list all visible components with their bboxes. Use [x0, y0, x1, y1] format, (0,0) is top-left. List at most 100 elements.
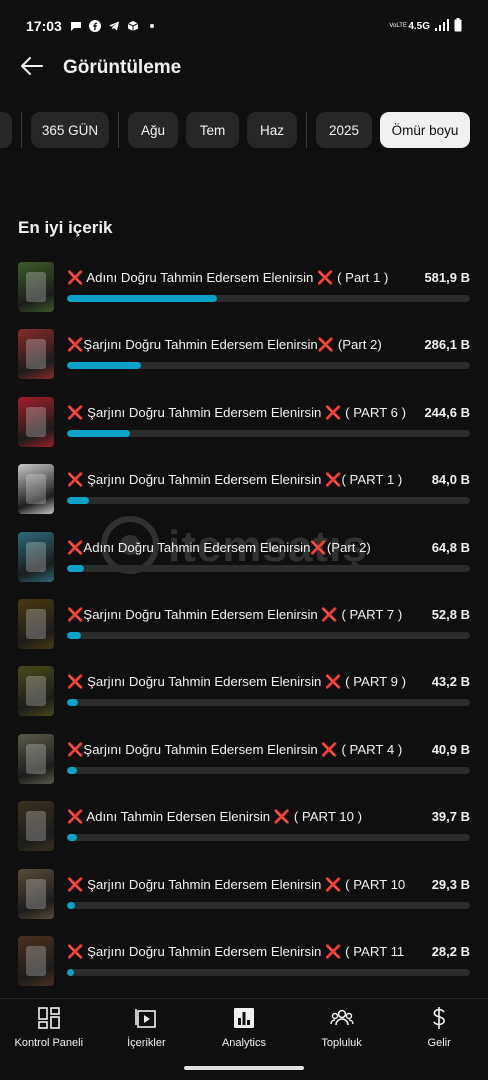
chip-jun[interactable]: Haz [247, 112, 297, 148]
chip-2025[interactable]: 2025 [316, 112, 372, 148]
video-thumbnail [18, 733, 54, 784]
video-thumbnail [18, 936, 54, 986]
video-thumbnail [18, 262, 54, 312]
content-title-text: Şarjını Doğru Tahmin Edersem Elenirsin [83, 741, 322, 757]
content-title: ❌ Şarjını Doğru Tahmin Edersem Elenirsin… [67, 877, 407, 893]
volte-label: VoLTE [389, 22, 407, 29]
content-row[interactable]: ❌ Şarjını Doğru Tahmin Edersem Elenirsin… [0, 396, 488, 449]
content-row[interactable]: ❌Şarjını Doğru Tahmin Edersem Elenirsin❌… [0, 329, 488, 381]
video-thumbnail [18, 801, 54, 852]
chip-partial[interactable] [0, 112, 12, 148]
nav-content[interactable]: İçerikler [98, 1000, 196, 1056]
header: Görüntüleme [0, 46, 488, 90]
network-label: 4.5G [408, 20, 430, 32]
package-icon [127, 20, 140, 33]
chip-jul[interactable]: Tem [186, 112, 239, 148]
chip-divider [306, 112, 307, 148]
content-row[interactable]: ❌ Adını Tahmin Edersen Elenirsin ❌ ( PAR… [0, 801, 488, 853]
cross-mark-icon: ❌ [325, 472, 342, 488]
cross-mark-icon: ❌ [321, 741, 338, 757]
content-row[interactable]: ❌Adını Doğru Tahmin Edersem Elenirsin❌(P… [0, 531, 488, 584]
view-count: 244,6 B [424, 404, 470, 420]
view-count: 84,0 B [431, 472, 470, 488]
battery-icon [454, 18, 462, 34]
nav-label: Analytics [221, 1037, 266, 1049]
content-title-text: Şarjını Doğru Tahmin Edersem Elenirsin [83, 674, 326, 690]
cross-mark-icon: ❌ [67, 472, 84, 488]
content-title-suffix: ( PART 6 ) [341, 404, 406, 420]
view-count: 64,8 B [431, 539, 470, 555]
content-title-text: Şarjını Doğru Tahmin Edersem Elenirsin [83, 876, 326, 892]
community-icon [329, 1006, 354, 1030]
content-row[interactable]: ❌ Şarjını Doğru Tahmin Edersem Elenirsin… [0, 464, 488, 516]
progress-fill [67, 632, 81, 639]
view-count: 28,2 B [431, 944, 470, 959]
content-row[interactable]: ❌ Şarjını Doğru Tahmin Edersem Elenirsin… [0, 868, 488, 921]
bottom-nav: Kontrol Paneli İçerikler Analytics Toplu… [0, 1000, 488, 1056]
content-title: ❌Şarjını Doğru Tahmin Edersem Elenirsin❌… [67, 337, 407, 353]
video-thumbnail [18, 464, 54, 515]
cross-mark-icon: ❌ [67, 741, 84, 757]
notification-icons [70, 20, 159, 33]
view-count: 40,9 B [431, 741, 470, 757]
progress-fill [67, 295, 217, 302]
cross-mark-icon: ❌ [67, 539, 84, 555]
video-thumbnail [18, 666, 54, 717]
dot-icon [146, 20, 159, 33]
content-title-suffix: ( PART 7 ) [337, 607, 403, 622]
nav-revenue[interactable]: Gelir [390, 1000, 488, 1056]
progress-fill [67, 766, 78, 774]
content-title-suffix: ( PART 9 ) [341, 674, 406, 690]
nav-label: Topluluk [321, 1037, 362, 1049]
nav-analytics[interactable]: Analytics [195, 1000, 293, 1056]
view-count: 286,1 B [424, 337, 470, 353]
progress-track [67, 766, 470, 774]
video-thumbnail [18, 599, 54, 649]
cross-mark-icon: ❌ [67, 876, 84, 892]
view-count: 581,9 B [424, 270, 470, 285]
dollar-icon [427, 1006, 451, 1030]
cross-mark-icon: ❌ [310, 539, 327, 555]
progress-fill [67, 901, 75, 909]
cross-mark-icon: ❌ [67, 607, 84, 622]
status-right: VoLTE 4.5G [389, 18, 462, 34]
content-row[interactable]: ❌Şarjını Doğru Tahmin Edersem Elenirsin … [0, 733, 488, 786]
content-title-suffix: ( PART 10 ) [341, 876, 407, 892]
progress-fill [67, 429, 131, 437]
nav-community[interactable]: Topluluk [293, 1000, 391, 1056]
content-row[interactable]: ❌ Şarjını Doğru Tahmin Edersem Elenirsin… [0, 936, 488, 988]
content-title-text: Adını Doğru Tahmin Edersem Elenirsin [83, 539, 311, 555]
chip-aug[interactable]: Ağu [128, 112, 178, 148]
home-indicator[interactable] [184, 1066, 304, 1070]
analytics-icon [232, 1006, 256, 1030]
video-thumbnail [18, 396, 54, 447]
chip-lifetime[interactable]: Ömür boyu [380, 112, 470, 148]
view-count: 29,3 B [431, 876, 470, 892]
chip-365-days[interactable]: 365 GÜN [31, 112, 109, 148]
content-title: ❌Adını Doğru Tahmin Edersem Elenirsin❌(P… [67, 540, 407, 556]
content-title-suffix: ( PART 1 ) [341, 472, 403, 488]
content-row[interactable]: ❌ Şarjını Doğru Tahmin Edersem Elenirsin… [0, 666, 488, 718]
progress-fill [67, 834, 78, 842]
back-button[interactable] [12, 48, 52, 88]
progress-track [67, 699, 470, 707]
page-title: Görüntüleme [63, 57, 182, 78]
content-title-text: Şarjını Doğru Tahmin Edersem Elenirsin [83, 404, 326, 420]
content-row[interactable]: ❌Şarjını Doğru Tahmin Edersem Elenirsin … [0, 599, 488, 651]
progress-track [67, 564, 470, 572]
nav-dashboard[interactable]: Kontrol Paneli [0, 1000, 98, 1056]
cross-mark-icon: ❌ [325, 944, 342, 959]
content-title-text: Şarjını Doğru Tahmin Edersem Elenirsin [83, 337, 318, 353]
progress-track [67, 497, 470, 505]
progress-fill [67, 969, 75, 976]
content-title: ❌ Şarjını Doğru Tahmin Edersem Elenirsin… [67, 472, 407, 488]
chip-divider [118, 112, 119, 148]
content-title-suffix: ( PART 4 ) [337, 741, 403, 757]
content-title-suffix: ( PART 11 ) [341, 944, 407, 959]
progress-fill [67, 564, 84, 572]
progress-track [67, 834, 470, 842]
content-row[interactable]: ❌ Adını Doğru Tahmin Edersem Elenirsin ❌… [0, 262, 488, 314]
signal-icon [435, 19, 449, 33]
cross-mark-icon: ❌ [325, 404, 342, 420]
cross-mark-icon: ❌ [67, 270, 84, 285]
